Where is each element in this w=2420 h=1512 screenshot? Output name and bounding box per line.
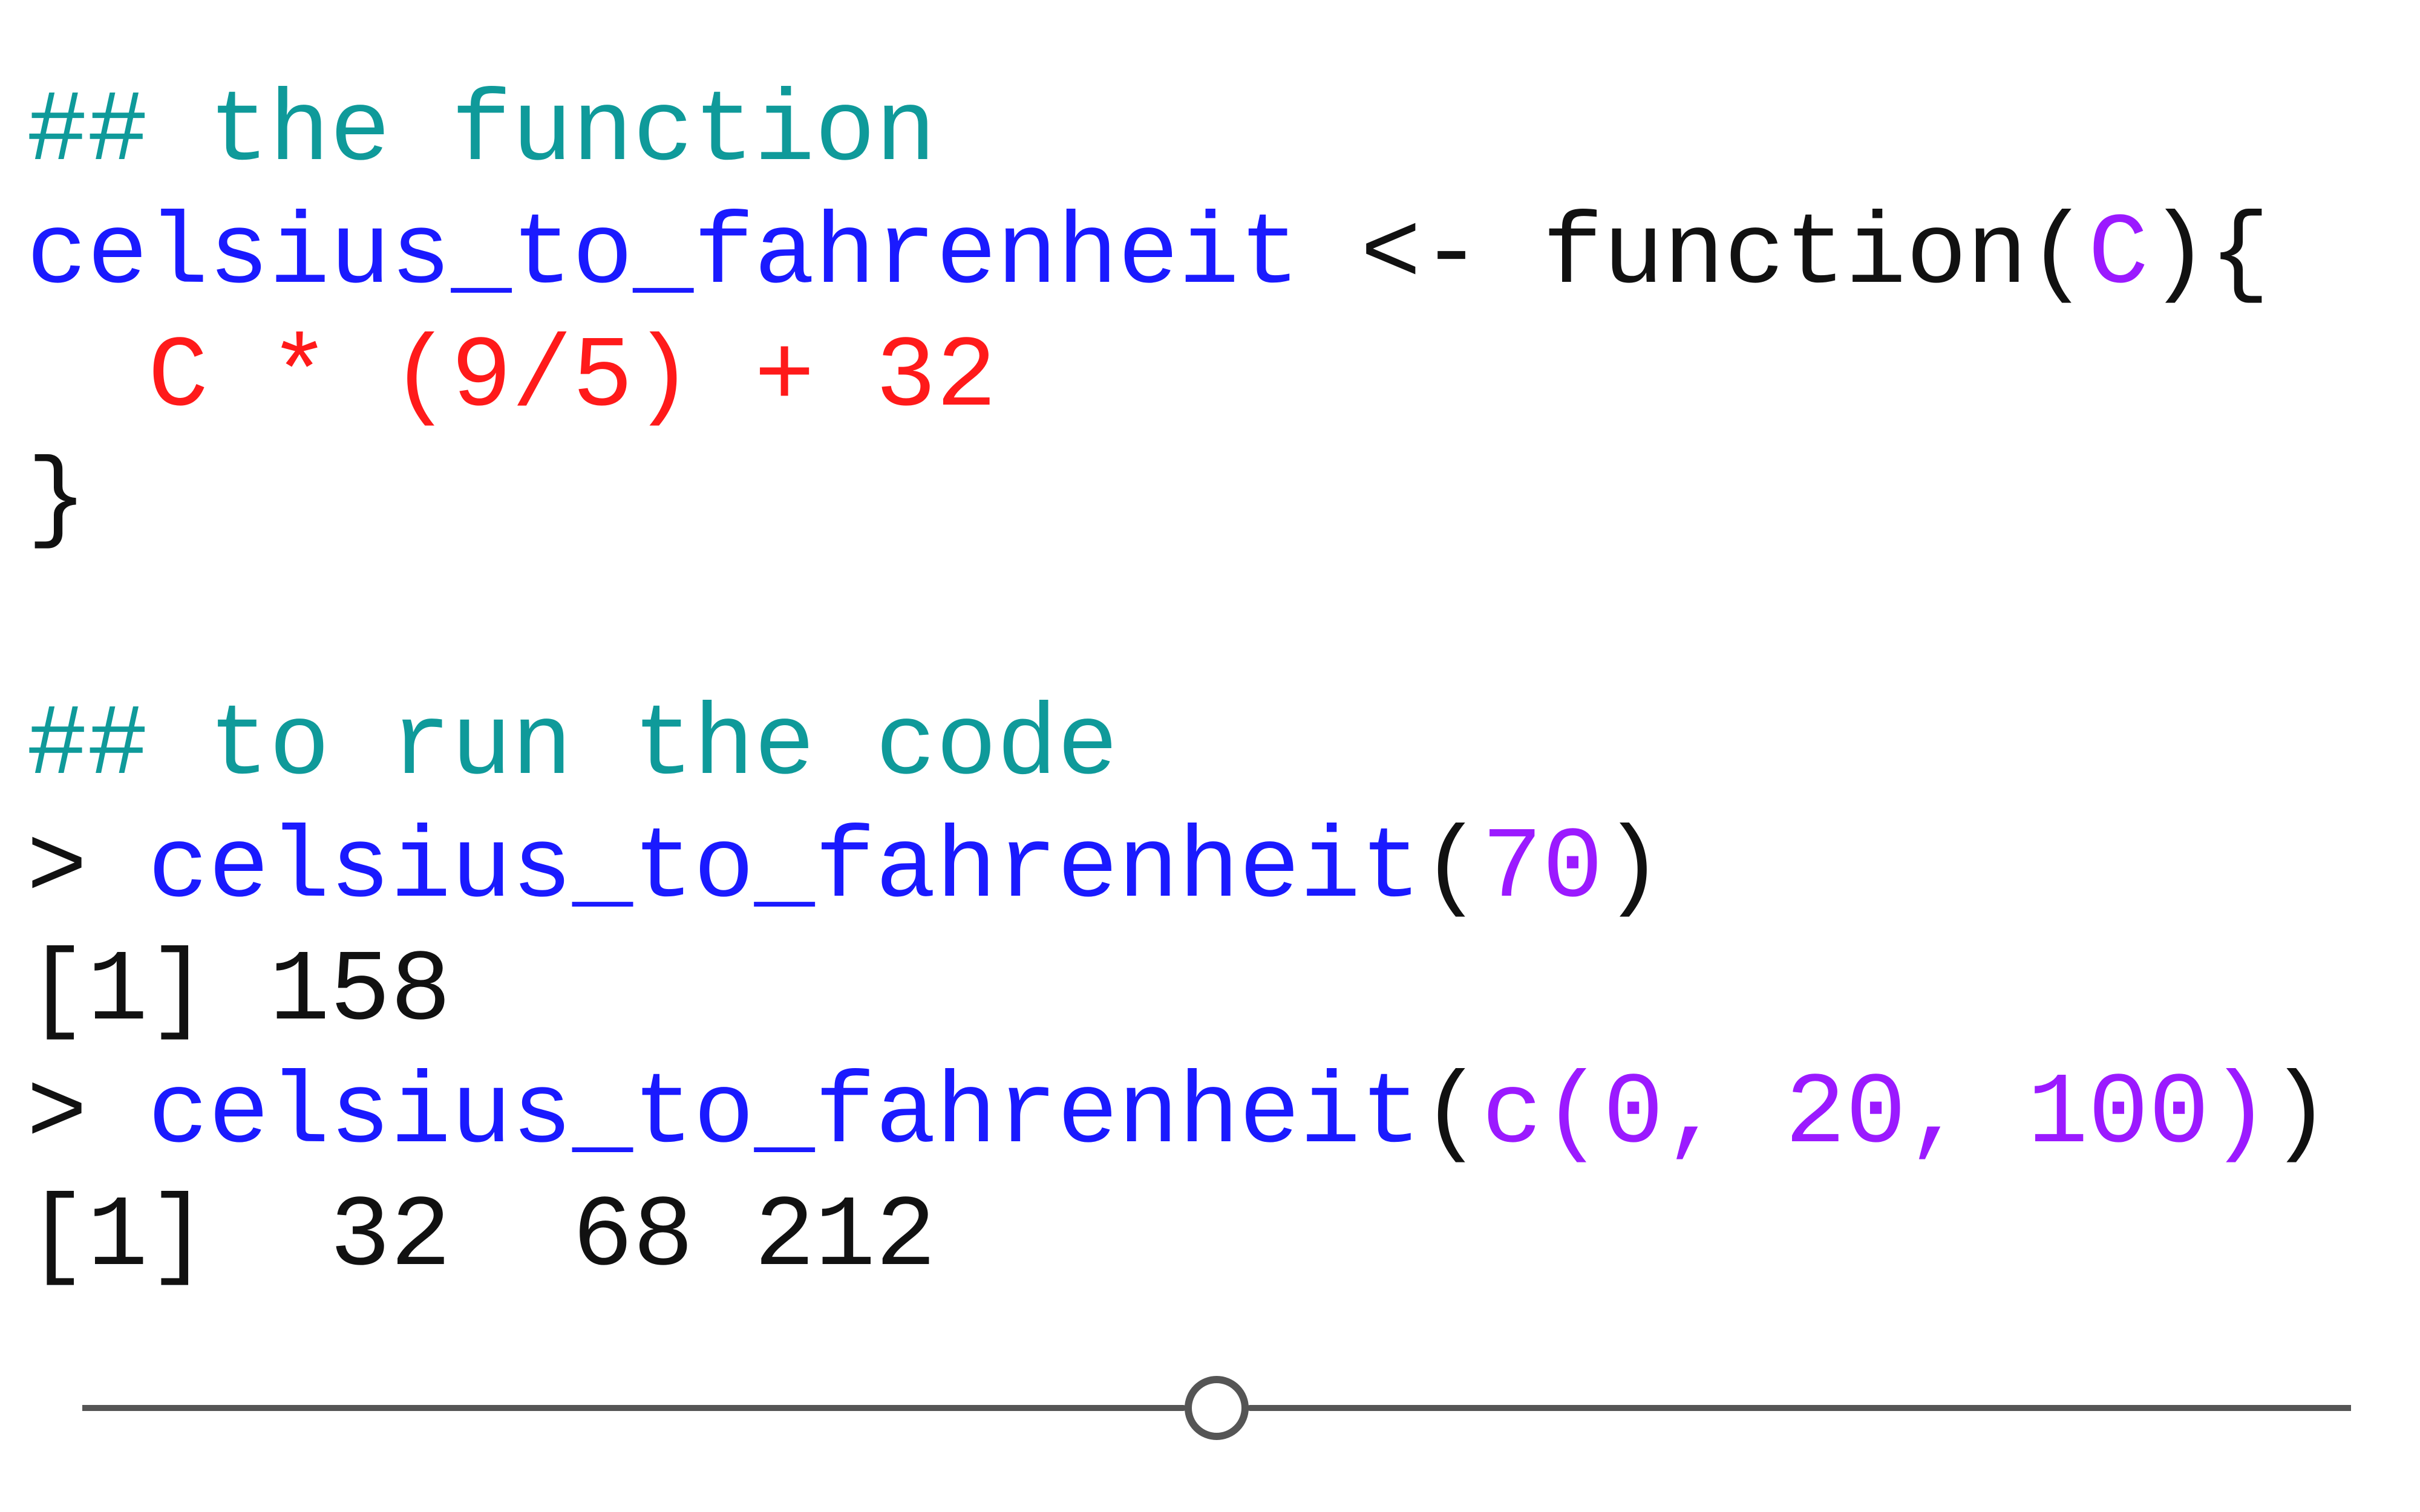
code-token-default: [27, 321, 148, 435]
code-token-default: ): [1603, 812, 1664, 927]
slider-thumb[interactable]: [1185, 1376, 1249, 1440]
code-token-default: ){: [2148, 198, 2271, 313]
slider-track[interactable]: [82, 1370, 2351, 1443]
code-token-default: >: [27, 812, 148, 927]
code-token-arg: C: [2088, 198, 2149, 313]
code-token-default: [1] 32 68 212: [27, 1181, 937, 1295]
code-line: [1] 32 68 212: [27, 1176, 2330, 1299]
code-token-default: (: [1421, 1058, 1482, 1172]
code-token-func: celsius_to_fahrenheit: [148, 812, 1421, 927]
code-token-arg: c(0, 20, 100): [1482, 1058, 2271, 1172]
code-token-comment: ## the function: [27, 76, 937, 190]
code-token-default: (: [1421, 812, 1482, 927]
code-token-default: <- function(: [1300, 198, 2088, 313]
code-token-func: celsius_to_fahrenheit: [27, 198, 1300, 313]
code-token-default: ): [2270, 1058, 2331, 1172]
code-token-default: }: [27, 444, 88, 558]
slider[interactable]: [82, 1370, 2351, 1443]
code-token-default: >: [27, 1058, 148, 1172]
code-line: > celsius_to_fahrenheit(c(0, 20, 100)): [27, 1054, 2330, 1176]
code-token-expr: C * (9/5) + 32: [148, 321, 997, 435]
code-line: celsius_to_fahrenheit <- function(C){: [27, 194, 2330, 317]
code-token-default: [1] 158: [27, 935, 451, 1049]
code-line: [1] 158: [27, 931, 2330, 1054]
code-line: }: [27, 440, 2330, 562]
code-token-comment: ## to run the code: [27, 689, 1118, 804]
code-line: > celsius_to_fahrenheit(70): [27, 808, 2330, 931]
code-line: ## the function: [27, 71, 2330, 194]
page: ## the function celsius_to_fahrenheit <- …: [0, 0, 2420, 1512]
code-token-func: celsius_to_fahrenheit: [148, 1058, 1421, 1172]
code-line: C * (9/5) + 32: [27, 317, 2330, 440]
code-block: ## the function celsius_to_fahrenheit <- …: [27, 71, 2330, 1299]
code-token-arg: 70: [1482, 812, 1603, 927]
code-line: ## to run the code: [27, 685, 2330, 808]
